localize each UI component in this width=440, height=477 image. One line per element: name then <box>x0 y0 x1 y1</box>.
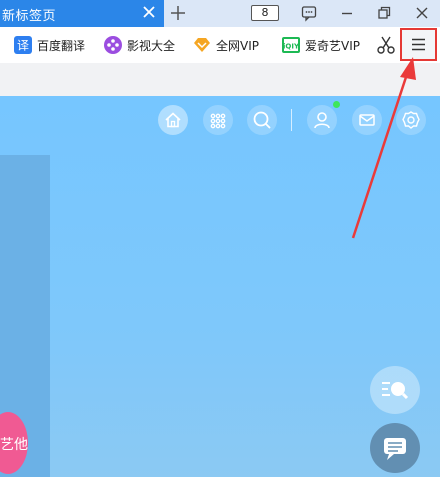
bookmark-baidu-translate[interactable]: 译 百度翻译 <box>14 35 85 55</box>
new-tab-page: 艺他 <box>0 96 440 477</box>
close-window-icon[interactable] <box>413 4 431 22</box>
news-feed-button[interactable] <box>370 366 420 414</box>
settings-icon <box>402 111 420 129</box>
search-icon <box>253 111 271 129</box>
title-bar: 新标签页 8 <box>0 0 440 27</box>
mail-button[interactable] <box>352 105 382 135</box>
online-status-dot <box>333 101 340 108</box>
home-button[interactable] <box>158 105 188 135</box>
vip-diamond-icon <box>194 38 210 52</box>
tab-title: 新标签页 <box>2 9 57 24</box>
home-icon <box>165 112 181 128</box>
minimize-icon[interactable] <box>338 4 356 22</box>
address-strip <box>0 63 440 97</box>
feedback-icon[interactable] <box>300 4 318 22</box>
close-tab-icon[interactable] <box>140 3 158 21</box>
apps-grid-icon <box>210 113 226 129</box>
user-button[interactable] <box>307 105 337 135</box>
tab-count-badge[interactable]: 8 <box>251 5 279 21</box>
bookmark-label: 全网VIP <box>216 38 259 53</box>
chat-bubble-icon <box>384 438 406 460</box>
settings-button[interactable] <box>396 105 426 135</box>
bookmark-iqiyi-vip[interactable]: iQIY 爱奇艺VIP <box>282 35 360 55</box>
iqiyi-icon: iQIY <box>282 37 300 53</box>
search-button[interactable] <box>247 105 277 135</box>
news-search-icon <box>382 382 409 400</box>
tab-new-tab[interactable]: 新标签页 <box>0 0 164 27</box>
user-icon <box>314 112 330 129</box>
restore-icon[interactable] <box>375 4 393 22</box>
svg-text:iQIY: iQIY <box>283 43 300 51</box>
bookmark-label: 百度翻译 <box>37 38 86 53</box>
film-reel-icon <box>104 36 122 54</box>
apps-button[interactable] <box>203 105 233 135</box>
chat-button[interactable] <box>370 423 420 473</box>
bookmark-movies[interactable]: 影视大全 <box>104 35 175 55</box>
mail-icon <box>359 114 375 126</box>
main-menu-button[interactable] <box>400 28 437 61</box>
screenshot-scissors-icon[interactable] <box>376 35 396 55</box>
bookmarks-bar: 译 百度翻译 影视大全 全网VIP iQIY 爱奇艺VIP <box>0 27 440 63</box>
new-tab-plus-icon[interactable] <box>168 3 188 23</box>
svg-text:译: 译 <box>17 39 29 53</box>
bookmark-label: 爱奇艺VIP <box>305 38 360 53</box>
promo-badge-label: 艺他 <box>0 437 28 453</box>
translate-icon: 译 <box>14 36 32 54</box>
bookmark-vip[interactable]: 全网VIP <box>193 35 259 55</box>
toolbar-divider <box>291 109 292 131</box>
bookmark-label: 影视大全 <box>127 38 176 53</box>
hamburger-menu-icon <box>412 38 425 51</box>
